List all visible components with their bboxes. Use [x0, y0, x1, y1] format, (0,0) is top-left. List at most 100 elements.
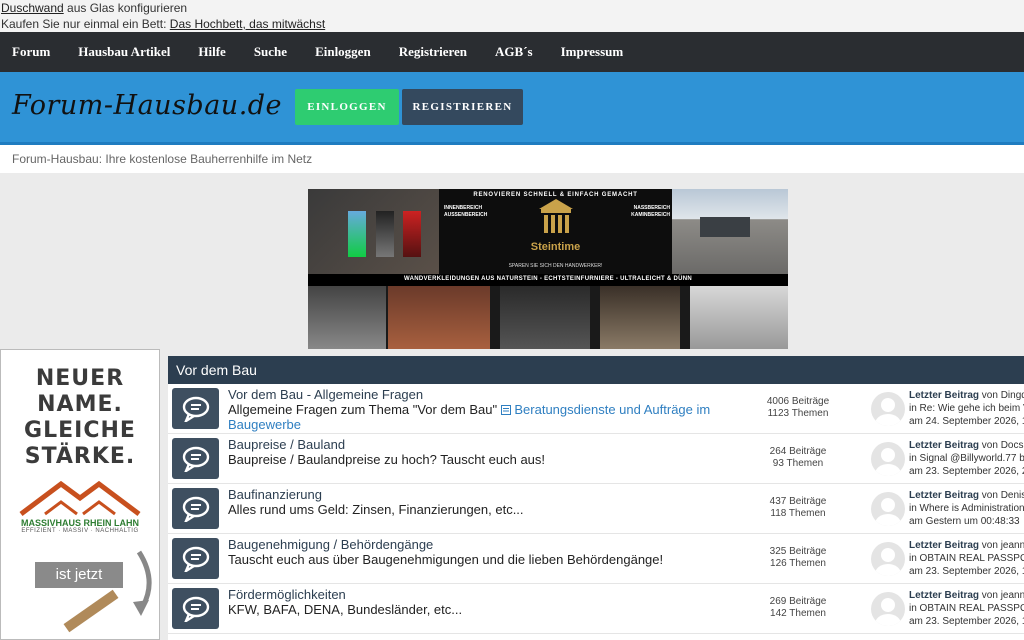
- banner-art-2: [376, 211, 394, 257]
- forum-board-icon[interactable]: [172, 588, 219, 629]
- login-button[interactable]: EINLOGGEN: [295, 89, 399, 125]
- forum-board-icon[interactable]: [172, 388, 219, 429]
- last-post-info: Letzter Beitrag von jeannein OBTAIN REAL…: [909, 589, 1024, 628]
- forum-board-icon[interactable]: [172, 538, 219, 579]
- nav-hilfe[interactable]: Hilfe: [198, 44, 225, 60]
- register-button[interactable]: REGISTRIEREN: [402, 89, 523, 125]
- forum-description: KFW, BAFA, DENA, Bundesländer, etc...: [228, 602, 463, 617]
- avatar[interactable]: [871, 392, 905, 426]
- massivhaus-side-ad[interactable]: NEUER NAME. GLEICHE STÄRKE. MASSIVHAUS R…: [0, 349, 160, 640]
- last-post-author[interactable]: von Dingd: [979, 390, 1024, 401]
- house-roof-icon: [19, 480, 141, 516]
- banner-strip-text: WANDVERKLEIDUNGEN AUS NATURSTEIN - ECHTS…: [403, 276, 693, 282]
- banner-right-tag: NASSBEREICH KAMINBEREICH: [631, 205, 670, 218]
- post-count: 325 Beiträge: [769, 546, 827, 557]
- site-tagline: Forum-Hausbau: Ihre kostenlose Bauherren…: [0, 145, 1024, 173]
- category-header[interactable]: Vor dem Bau: [168, 356, 1024, 384]
- nav-agb[interactable]: AGB´s: [495, 44, 533, 60]
- side-ad-line-1: NEUER: [35, 366, 125, 391]
- forum-board-icon[interactable]: [172, 438, 219, 479]
- nav-forum[interactable]: Forum: [12, 44, 50, 60]
- last-post-date: am 23. September 2026, 1: [909, 616, 1024, 627]
- board-icon: [500, 405, 511, 415]
- top-text-ads: Duschwand aus Glas konfigurieren Kaufen …: [0, 0, 1024, 32]
- avatar[interactable]: [871, 592, 905, 626]
- nav-impressum[interactable]: Impressum: [561, 44, 624, 60]
- forum-row: Baugenehmigung / Behördengänge Tauscht e…: [168, 534, 1024, 584]
- ad-text-2: Kaufen Sie nur einmal ein Bett:: [1, 17, 170, 31]
- last-post-date: am 24. September 2026, 1: [909, 416, 1024, 427]
- last-post-label: Letzter Beitrag: [909, 440, 980, 451]
- forum-stats: 269 Beiträge 142 Themen: [753, 596, 843, 620]
- side-ad-line-3: GLEICHE: [24, 418, 136, 443]
- banner-slogan-top: RENOVIEREN SCHNELL & EINFACH GEMACHT: [473, 192, 638, 198]
- topic-count: 93 Themen: [772, 458, 824, 469]
- ad-link-hochbett[interactable]: Das Hochbett, das mitwächst: [170, 17, 325, 31]
- forum-stats: 437 Beiträge 118 Themen: [753, 496, 843, 520]
- site-logo[interactable]: Forum-Hausbau.de: [12, 90, 282, 121]
- banner-photo-garden: [388, 286, 490, 349]
- last-post-date: am 23. September 2026, 1: [909, 566, 1024, 577]
- forum-board-icon[interactable]: [172, 488, 219, 529]
- forum-row: Baupreise / Bauland Baupreise / Baulandp…: [168, 434, 1024, 484]
- banner-photo-kitchen: [600, 286, 680, 349]
- last-post-author[interactable]: von jeanne: [979, 590, 1024, 601]
- nav-registrieren[interactable]: Registrieren: [399, 44, 467, 60]
- forum-description: Tauscht euch aus über Baugenehmigungen u…: [228, 552, 664, 567]
- site-header: Forum-Hausbau.de EINLOGGEN REGISTRIEREN: [0, 72, 1024, 145]
- ad-link-duschwand[interactable]: Duschwand: [1, 1, 64, 15]
- avatar[interactable]: [871, 442, 905, 476]
- last-post-info: Letzter Beitrag von Denisgin Where is Ad…: [909, 489, 1024, 528]
- last-post-author[interactable]: von jeanne: [979, 540, 1024, 551]
- steintime-banner-ad[interactable]: RENOVIEREN SCHNELL & EINFACH GEMACHT INN…: [308, 189, 788, 349]
- banner-photo-living: [690, 286, 788, 349]
- forum-title-link[interactable]: Baupreise / Bauland: [228, 437, 345, 452]
- last-post-info: Letzter Beitrag von Dingd in Re: Wie gehe…: [909, 389, 1024, 428]
- post-count: 4006 Beiträge: [766, 396, 830, 407]
- last-post-topic[interactable]: in Re: Wie gehe ich beim V: [909, 402, 1024, 415]
- last-post-info: Letzter Beitrag von Docsuin Signal @Bill…: [909, 439, 1024, 478]
- last-post-topic[interactable]: in Where is Administration: [909, 502, 1024, 515]
- ad-line-1: Duschwand aus Glas konfigurieren: [1, 0, 1024, 16]
- side-ad-line-2: NAME.: [37, 392, 123, 417]
- forum-description: Alles rund ums Geld: Zinsen, Finanzierun…: [228, 502, 524, 517]
- forum-title-link[interactable]: Vor dem Bau - Allgemeine Fragen: [228, 387, 423, 402]
- last-post-author[interactable]: von Denisg: [979, 490, 1024, 501]
- forum-row: Fördermöglichkeiten KFW, BAFA, DENA, Bun…: [168, 584, 1024, 634]
- forum-title-link[interactable]: Fördermöglichkeiten: [228, 587, 346, 602]
- topic-count: 1123 Themen: [767, 408, 829, 419]
- forum-stats: 264 Beiträge 93 Themen: [753, 446, 843, 470]
- forum-desc-text: Allgemeine Fragen zum Thema "Vor dem Bau…: [228, 402, 498, 417]
- banner-house-window: [700, 217, 750, 237]
- forum-stats: 325 Beiträge 126 Themen: [753, 546, 843, 570]
- side-ad-wood-plank: [63, 589, 119, 633]
- banner-brand: Steintime: [530, 241, 581, 253]
- last-post-topic[interactable]: in Signal @Billyworld.77 be: [909, 452, 1024, 465]
- curved-arrow-icon: [133, 550, 152, 616]
- last-post-label: Letzter Beitrag: [909, 390, 980, 401]
- forum-stats: 4006 Beiträge 1123 Themen: [753, 396, 843, 420]
- last-post-topic[interactable]: in OBTAIN REAL PASSPO: [909, 552, 1024, 565]
- last-post-date: am 23. September 2026, 2: [909, 466, 1024, 477]
- topic-count: 118 Themen: [770, 508, 826, 519]
- banner-left-tag: INNENBEREICH AUSSENBEREICH: [444, 205, 488, 218]
- forum-title-link[interactable]: Baugenehmigung / Behördengänge: [228, 537, 433, 552]
- last-post-author[interactable]: von Docsu: [979, 440, 1024, 451]
- nav-einloggen[interactable]: Einloggen: [315, 44, 371, 60]
- forum-title-link[interactable]: Baufinanzierung: [228, 487, 322, 502]
- side-ad-headline: NEUER NAME. GLEICHE STÄRKE.: [1, 366, 159, 470]
- topic-count: 126 Themen: [770, 558, 826, 569]
- last-post-topic[interactable]: in OBTAIN REAL PASSPO: [909, 602, 1024, 615]
- ad-line-2: Kaufen Sie nur einmal ein Bett: Das Hoch…: [1, 16, 1024, 32]
- ad-text-1: aus Glas konfigurieren: [63, 1, 188, 15]
- nav-suche[interactable]: Suche: [254, 44, 287, 60]
- forum-description: Baupreise / Baulandpreise zu hoch? Tausc…: [228, 452, 546, 467]
- banner-logo-graphic: [539, 199, 573, 233]
- banner-art-1: [348, 211, 366, 257]
- last-post-date: am Gestern um 00:48:33: [909, 516, 1020, 527]
- avatar[interactable]: [871, 492, 905, 526]
- avatar[interactable]: [871, 542, 905, 576]
- nav-hausbau-artikel[interactable]: Hausbau Artikel: [78, 44, 170, 60]
- forum-row: Vor dem Bau - Allgemeine Fragen Allgemei…: [168, 384, 1024, 434]
- side-ad-line-4: STÄRKE.: [24, 444, 136, 469]
